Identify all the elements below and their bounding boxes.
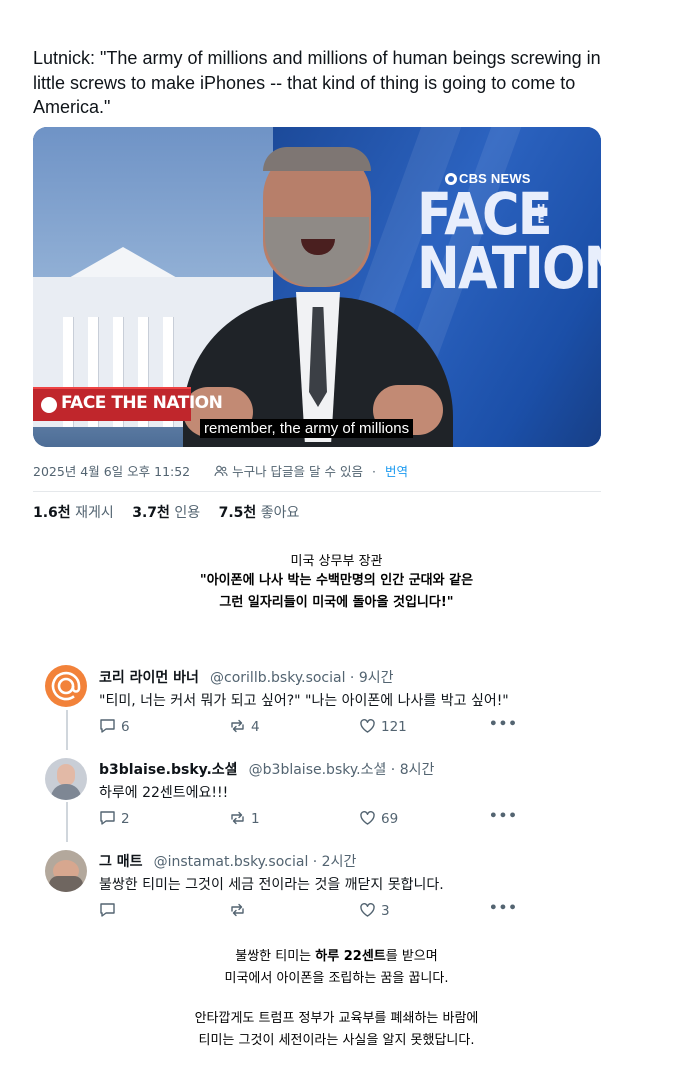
post-author-name[interactable]: 코리 라이먼 바너 [99, 670, 199, 686]
tweet-timestamp[interactable]: 2025년 4월 6일 오후 11:52 [33, 464, 190, 479]
show-title: FACE NATION [417, 180, 601, 302]
avatar[interactable] [45, 758, 87, 800]
reply-icon [100, 903, 115, 917]
repost-icon [231, 903, 244, 917]
at-sign-icon [51, 671, 81, 701]
more-options-icon[interactable]: ••• [489, 900, 518, 916]
repost-icon [231, 719, 244, 733]
cbs-eye-icon [41, 397, 57, 413]
video-caption: remember, the army of millions [200, 419, 414, 438]
more-options-icon[interactable]: ••• [489, 716, 518, 732]
tweet-text: Lutnick: "The army of millions and milli… [33, 48, 601, 117]
avatar[interactable] [45, 850, 87, 892]
lower-third-logo: FACE THE NATION [61, 393, 223, 413]
avatar[interactable] [45, 665, 87, 707]
caption-quote: "아이폰에 나사 박는 수백만명의 인간 군대와 같은 그런 일자리들이 미국에… [199, 573, 474, 610]
commentary: 불쌍한 티미는 하루 22센트를 받으며 미국에서 아이폰을 조립하는 꿈을 꿉… [194, 949, 479, 1048]
repost-button[interactable]: 1 [229, 810, 260, 827]
show-title-the: THE [536, 191, 546, 226]
heart-icon [360, 811, 375, 825]
reply-button[interactable]: 2 [99, 810, 130, 827]
thread-connector [66, 710, 68, 750]
tweet-video-thumbnail[interactable]: CBS NEWS FACE NATION THE FACE THE NATION… [33, 127, 601, 447]
post-body: 하루에 22센트에요!!! [99, 785, 229, 801]
like-button[interactable]: 121 [359, 718, 407, 735]
like-button[interactable]: 3 [359, 902, 390, 919]
divider [33, 491, 601, 492]
like-count[interactable]: 7.5천 좋아요 [219, 505, 300, 521]
heart-icon [360, 903, 375, 917]
post-author-name[interactable]: 그 매트 [99, 854, 143, 870]
like-button[interactable]: 69 [359, 810, 398, 827]
post-handle[interactable]: @b3blaise.bsky.소셜 · 8시간 [249, 762, 435, 778]
reply-icon [100, 811, 115, 825]
translate-link[interactable]: 번역 [385, 464, 408, 479]
reply-setting: 누구나 답글을 달 수 있음 [232, 464, 363, 479]
repost-button[interactable] [229, 902, 251, 919]
post-handle[interactable]: @instamat.bsky.social · 2시간 [154, 854, 357, 870]
repost-count[interactable]: 1.6천 재게시 [33, 505, 114, 521]
quote-count[interactable]: 3.7천 인용 [132, 505, 200, 521]
reply-icon [100, 719, 115, 733]
reply-button[interactable] [99, 902, 121, 919]
post-body: 불쌍한 티미는 그것이 세금 전이라는 것을 깨닫지 못합니다. [99, 877, 444, 893]
caption-title: 미국 상무부 장관 [290, 554, 383, 569]
people-icon [214, 465, 228, 477]
post-author-name[interactable]: b3blaise.bsky.소셜 [99, 762, 238, 778]
repost-icon [231, 811, 244, 825]
heart-icon [360, 719, 375, 733]
repost-button[interactable]: 4 [229, 718, 260, 735]
reply-button[interactable]: 6 [99, 718, 130, 735]
post-handle[interactable]: @corillb.bsky.social · 9시간 [210, 670, 394, 686]
post-header: 그 매트 @instamat.bsky.social · 2시간 [99, 851, 356, 871]
post-body: "티미, 너는 커서 뭐가 되고 싶어?" "나는 아이폰에 나사를 박고 싶어… [99, 693, 509, 709]
thread-connector [66, 802, 68, 842]
post-header: b3blaise.bsky.소셜 @b3blaise.bsky.소셜 · 8시간 [99, 759, 434, 779]
tweet-meta: 2025년 4월 6일 오후 11:52 누구나 답글을 달 수 있음 · 번역 [33, 464, 408, 479]
more-options-icon[interactable]: ••• [489, 808, 518, 824]
tweet-stats: 1.6천 재게시 3.7천 인용 7.5천 좋아요 [33, 502, 313, 522]
post-header: 코리 라이먼 바너 @corillb.bsky.social · 9시간 [99, 667, 394, 687]
